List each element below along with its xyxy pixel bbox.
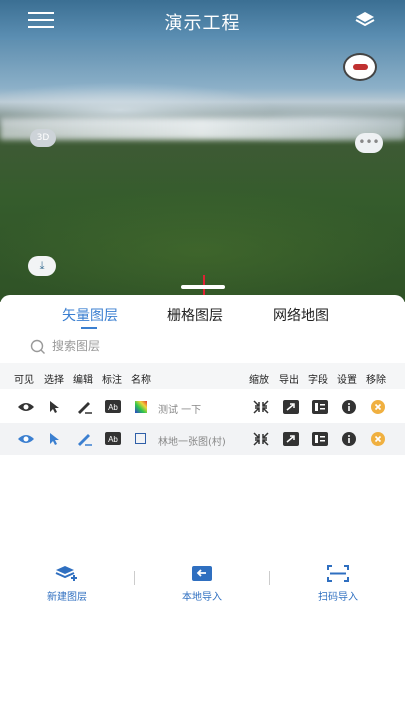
eye-icon[interactable] — [17, 400, 35, 414]
layer-panel: 矢量图层 栅格图层 网络地图 搜索图层 可见 选择 编辑 标注 名称 缩放 导出… — [0, 295, 405, 720]
table-row[interactable]: Ab 林地一张图(村) — [0, 423, 405, 455]
table-header: 可见 选择 编辑 标注 名称 缩放 导出 字段 设置 移除 — [0, 363, 405, 389]
zoom-to-layer-icon[interactable] — [253, 400, 269, 414]
label-ab-icon[interactable]: Ab — [105, 400, 121, 413]
scan-icon — [327, 565, 349, 582]
search-icon — [30, 339, 45, 354]
select-cursor-icon[interactable] — [48, 432, 60, 446]
export-icon[interactable] — [283, 400, 299, 414]
col-settings: 设置 — [337, 375, 357, 386]
col-remove: 移除 — [366, 375, 386, 386]
fields-icon[interactable] — [312, 432, 328, 446]
edit-pencil-icon[interactable] — [75, 400, 93, 414]
svg-text:Ab: Ab — [108, 435, 118, 444]
scan-import-label: 扫码导入 — [318, 592, 358, 603]
tab-raster-layers[interactable]: 栅格图层 — [167, 305, 223, 325]
layer-style-swatch — [135, 401, 147, 413]
layer-name: 林地一张图(村) — [158, 437, 226, 448]
locate-icon[interactable]: ⤓ — [28, 256, 56, 276]
col-name: 名称 — [131, 375, 151, 386]
col-zoom: 缩放 — [249, 375, 269, 386]
map-3d-view[interactable] — [0, 40, 405, 302]
edit-pencil-icon[interactable] — [75, 432, 93, 446]
scan-import-button[interactable]: 扫码导入 — [288, 565, 388, 603]
new-layer-button[interactable]: 新建图层 — [17, 565, 117, 603]
remove-icon[interactable] — [371, 400, 385, 414]
fields-icon[interactable] — [312, 400, 328, 414]
col-label: 标注 — [102, 375, 122, 386]
label-ab-icon[interactable]: Ab — [105, 432, 121, 445]
compass-icon[interactable] — [343, 53, 377, 81]
col-select: 选择 — [44, 375, 64, 386]
bottom-actions: 新建图层 本地导入 扫码导入 — [0, 565, 405, 605]
tab-vector-layers[interactable]: 矢量图层 — [62, 305, 118, 329]
tab-web-maps[interactable]: 网络地图 — [273, 305, 329, 325]
divider — [269, 571, 270, 585]
local-import-label: 本地导入 — [182, 592, 222, 603]
import-icon — [192, 566, 212, 581]
more-icon[interactable]: ••• — [355, 133, 383, 153]
layer-name: 测试 一下 — [158, 405, 202, 416]
layer-style-swatch — [135, 433, 146, 444]
svg-text:Ab: Ab — [108, 403, 118, 412]
select-cursor-icon[interactable] — [48, 400, 60, 414]
eye-icon[interactable] — [17, 432, 35, 446]
col-edit: 编辑 — [73, 375, 93, 386]
divider — [134, 571, 135, 585]
layers-icon[interactable] — [355, 11, 375, 29]
zoom-to-layer-icon[interactable] — [253, 432, 269, 446]
export-icon[interactable] — [283, 432, 299, 446]
3d-toggle-button[interactable]: 3D — [30, 129, 56, 147]
search-input[interactable]: 搜索图层 — [30, 335, 230, 357]
page-title: 演示工程 — [164, 13, 241, 34]
local-import-button[interactable]: 本地导入 — [152, 565, 252, 603]
info-settings-icon[interactable] — [342, 432, 356, 446]
table-row[interactable]: Ab 测试 一下 — [0, 391, 405, 423]
col-export: 导出 — [279, 375, 299, 386]
search-placeholder: 搜索图层 — [52, 339, 101, 353]
snow-ridge — [0, 118, 405, 140]
panel-drag-handle[interactable] — [181, 285, 225, 289]
remove-icon[interactable] — [371, 432, 385, 446]
info-settings-icon[interactable] — [342, 400, 356, 414]
new-layer-label: 新建图层 — [47, 592, 87, 603]
col-fields: 字段 — [308, 375, 328, 386]
col-visible: 可见 — [14, 375, 34, 386]
new-layer-icon — [55, 566, 77, 581]
top-bar: 演示工程 — [0, 0, 405, 40]
